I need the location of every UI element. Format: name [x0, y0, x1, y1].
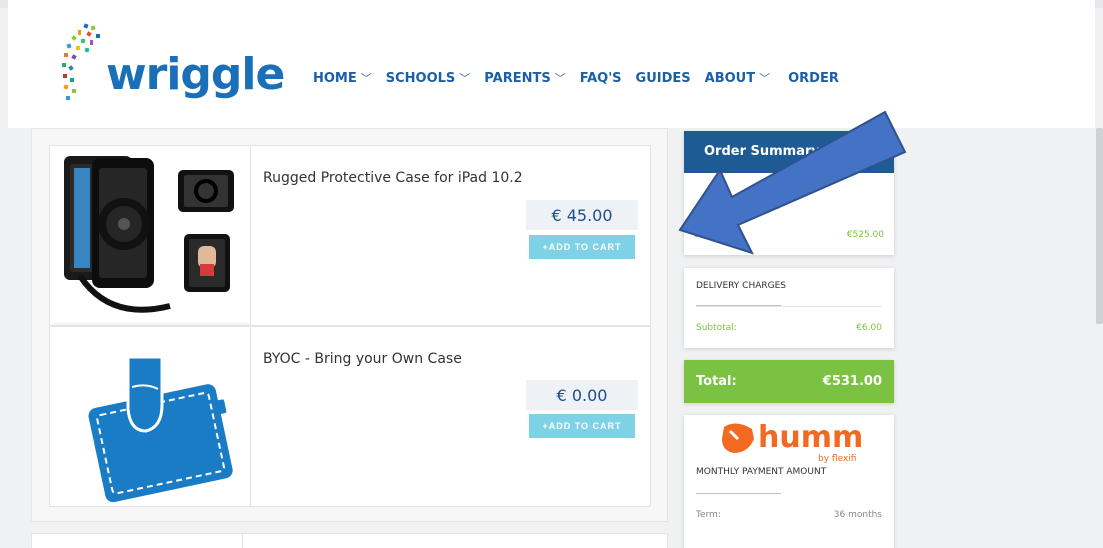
nav-label: ORDER: [788, 70, 839, 86]
product-thumbnail[interactable]: [50, 146, 251, 325]
product-panel: Rugged Protective Case for iPad 10.2 € 4…: [31, 128, 668, 522]
total-card: Total: €531.00: [684, 360, 894, 403]
subtotal-label: Subtotal:: [696, 323, 737, 333]
nav-item-order[interactable]: ORDER: [788, 70, 839, 86]
product-row: BYOC - Bring your Own Case € 0.00 +ADD T…: [49, 326, 651, 507]
product-name[interactable]: BYOC - Bring your Own Case: [263, 351, 462, 367]
nav-item-faqs[interactable]: FAQ'S: [580, 70, 622, 86]
subtotal-label: Subtotal:: [694, 230, 735, 240]
byoc-case-image-icon: [88, 355, 233, 503]
product-row: Rugged Protective Case for iPad 10.2 € 4…: [49, 145, 651, 326]
divider: [696, 306, 882, 307]
rugged-case-image-icon: [52, 156, 249, 325]
delivery-charges-card: DELIVERY CHARGES Subtotal: €6.00: [684, 268, 894, 348]
add-to-cart-button[interactable]: +ADD TO CART: [529, 414, 635, 438]
delivery-title: DELIVERY CHARGES: [696, 281, 786, 291]
site-logo[interactable]: wriggle: [60, 22, 285, 106]
nav-item-schools[interactable]: SCHOOLS ﹀: [386, 70, 471, 86]
scrollbar[interactable]: [1096, 128, 1103, 324]
logo-wordmark: wriggle: [106, 48, 285, 100]
monthly-payment-title: MONTHLY PAYMENT AMOUNT: [696, 467, 827, 477]
nav-label: SCHOOLS: [385, 70, 456, 86]
divider: [696, 493, 781, 494]
order-summary-card: Order Summary Subtotal: €525.00: [684, 131, 894, 255]
order-summary-title: Order Summary: [684, 131, 894, 173]
add-to-cart-button[interactable]: +ADD TO CART: [529, 235, 635, 259]
nav-label: GUIDES: [635, 70, 691, 86]
nav-item-about[interactable]: ABOUT ﹀: [705, 70, 770, 86]
nav-label: FAQ'S: [579, 70, 622, 86]
divider: [694, 208, 779, 209]
total-label: Total:: [696, 374, 737, 389]
product-name[interactable]: Rugged Protective Case for iPad 10.2: [263, 170, 523, 186]
nav-item-guides[interactable]: GUIDES: [636, 70, 691, 86]
chevron-down-icon: ﹀: [554, 72, 566, 85]
nav-item-parents[interactable]: PARENTS ﹀: [484, 70, 565, 86]
site-header: wriggle HOME ﹀ SCHOOLS ﹀ PARENTS ﹀ FAQ'S…: [8, 0, 1095, 128]
chevron-down-icon: ﹀: [459, 72, 471, 85]
delivery-subtotal-row: Subtotal: €6.00: [696, 323, 882, 333]
main-nav: HOME ﹀ SCHOOLS ﹀ PARENTS ﹀ FAQ'S GUIDES …: [313, 70, 853, 86]
total-value: €531.00: [822, 374, 882, 389]
product-thumbnail[interactable]: [50, 327, 251, 506]
chevron-down-icon: ﹀: [360, 72, 372, 85]
humm-wordmark: humm: [758, 420, 863, 455]
nav-label: HOME: [313, 70, 357, 86]
subtotal-value: €525.00: [846, 230, 884, 240]
subtotal-value: €6.00: [856, 323, 882, 333]
product-price: € 0.00: [526, 380, 638, 410]
term-row: Term: 36 months: [696, 510, 882, 520]
humm-sub: by flexifi: [818, 454, 856, 464]
term-label: Term:: [696, 510, 721, 520]
nav-label: PARENTS: [484, 70, 551, 86]
term-value: 36 months: [833, 510, 882, 520]
nav-item-home[interactable]: HOME ﹀: [313, 70, 372, 86]
humm-logo-icon: humm by flexifi: [722, 420, 863, 464]
next-product-row: [31, 533, 668, 548]
divider: [696, 305, 781, 306]
chevron-down-icon: ﹀: [759, 72, 771, 85]
humm-payment-card: humm by flexifi MONTHLY PAYMENT AMOUNT T…: [684, 415, 894, 548]
divider: [242, 534, 243, 548]
nav-label: ABOUT: [704, 70, 756, 86]
product-price: € 45.00: [526, 200, 638, 230]
confetti-logo-icon: [62, 23, 100, 100]
subtotal-row: Subtotal: €525.00: [694, 230, 884, 240]
